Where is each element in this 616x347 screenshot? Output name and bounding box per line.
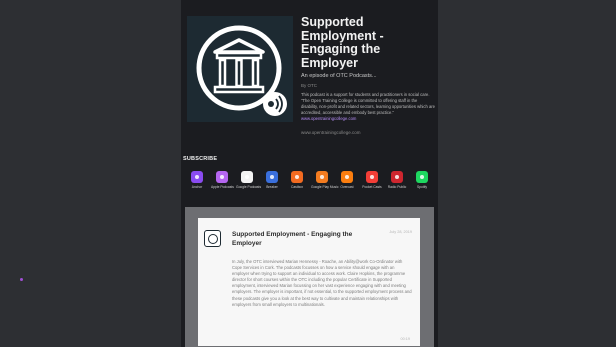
episode-card[interactable]: Supported Employment - Engaging the Empl…: [198, 218, 420, 346]
episode-date: July 28, 2019: [389, 230, 412, 234]
podcast-artwork: [187, 16, 293, 122]
episode-duration: 00:19: [400, 337, 410, 341]
service-label: Castbox: [290, 185, 304, 189]
podcast-description: This podcast is a support for students a…: [301, 92, 435, 122]
podcast-page: Supported Employment - Engaging the Empl…: [181, 0, 438, 347]
apple-podcasts-icon: [216, 171, 228, 183]
google-play-music-icon: [316, 171, 328, 183]
service-label: Anchor: [191, 185, 203, 189]
right-background: [438, 0, 616, 347]
podcast-info: Supported Employment - Engaging the Empl…: [301, 15, 435, 135]
description-text: This podcast is a support for students a…: [301, 92, 430, 97]
description-quote: "The Open Training College is committed …: [301, 98, 435, 115]
website-link[interactable]: www.opentrainingcollege.com: [301, 130, 435, 135]
pocket-casts-icon: [366, 171, 378, 183]
service-label: Google Podcasts: [236, 185, 262, 189]
podcast-title: Supported Employment - Engaging the Empl…: [301, 15, 384, 70]
spotify-icon: [416, 171, 428, 183]
service-label: Spotify: [416, 185, 428, 189]
service-label: Pocket Casts: [362, 185, 382, 189]
service-label: Apple Podcasts: [211, 185, 234, 189]
subscribe-label: SUBSCRIBE: [183, 156, 218, 162]
podcast-header: Supported Employment - Engaging the Empl…: [181, 0, 438, 152]
podcast-byline: By OTC: [301, 83, 318, 88]
subscribe-google-podcasts-button[interactable]: Google Podcasts: [236, 171, 262, 189]
podcast-subtitle: An episode of OTC Podcasts...: [301, 73, 377, 79]
radiopublic-icon: [391, 171, 403, 183]
subscribe-overcast-button[interactable]: Overcast: [336, 171, 358, 189]
subscribe-breaker-button[interactable]: Breaker: [261, 171, 283, 189]
castbox-icon: [291, 171, 303, 183]
bullet-dot: [20, 278, 23, 281]
service-label: Radio Public: [387, 185, 407, 189]
description-link[interactable]: www.opentrainingcollege.com: [301, 116, 356, 121]
subscribe-castbox-button[interactable]: Castbox: [286, 171, 308, 189]
subscribe-services: Anchor Apple Podcasts Google Podcasts Break…: [186, 171, 436, 195]
subscribe-apple-podcasts-button[interactable]: Apple Podcasts: [211, 171, 234, 189]
episode-embed-area: Supported Employment - Engaging the Empl…: [185, 207, 434, 347]
subscribe-radiopublic-button[interactable]: Radio Public: [386, 171, 408, 189]
google-podcasts-icon: [241, 171, 253, 183]
anchor-icon: [191, 171, 203, 183]
left-background: [0, 0, 181, 347]
subscribe-spotify-button[interactable]: Spotify: [411, 171, 433, 189]
service-label: Breaker: [266, 185, 278, 189]
subscribe-anchor-button[interactable]: Anchor: [186, 171, 208, 189]
overcast-icon: [341, 171, 353, 183]
episode-description: In July, the OTC interviewed Marian Henn…: [232, 259, 412, 307]
subscribe-google-play-music-button[interactable]: Google Play Music: [311, 171, 339, 189]
breaker-icon: [266, 171, 278, 183]
podcast-logo-icon: [204, 230, 221, 247]
subscribe-pocket-casts-button[interactable]: Pocket Casts: [361, 171, 383, 189]
service-label: Google Play Music: [311, 185, 339, 189]
episode-title[interactable]: Supported Employment - Engaging the Empl…: [232, 230, 382, 248]
service-label: Overcast: [340, 185, 354, 189]
